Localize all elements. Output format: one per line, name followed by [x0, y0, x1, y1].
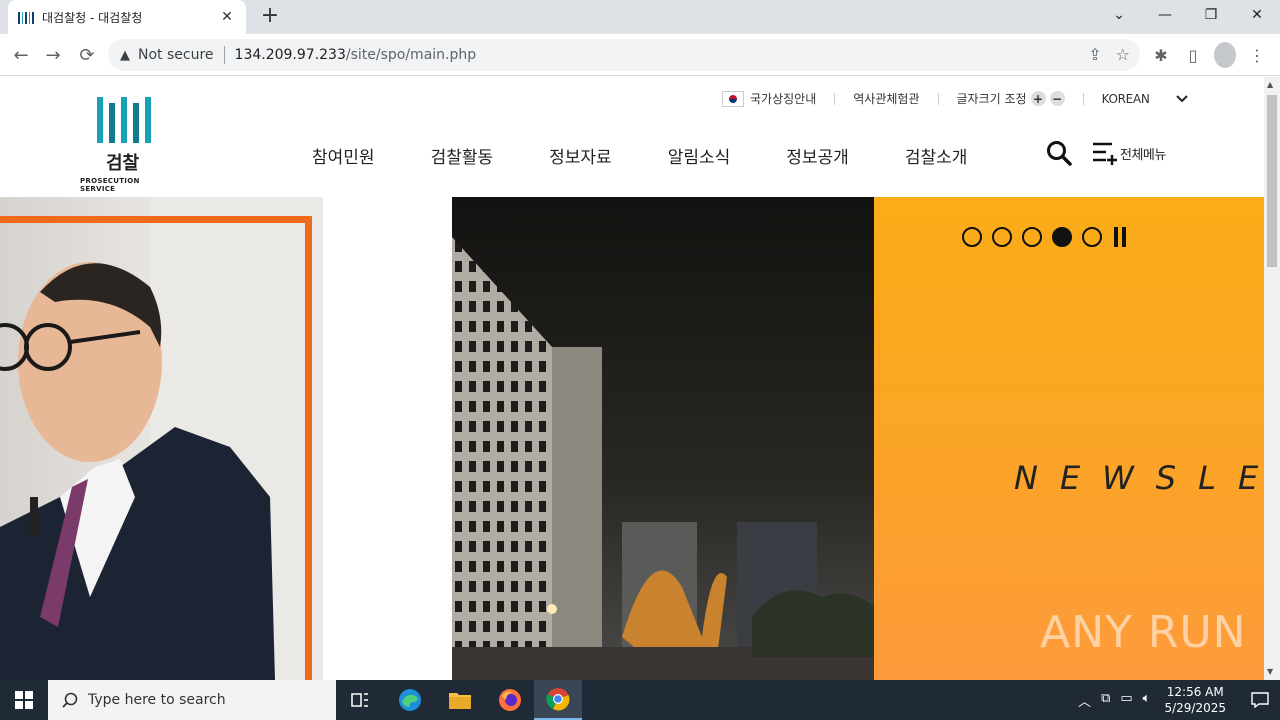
main-visual-carousel: NEWSLE ANY RUN [0, 197, 1264, 680]
forward-button[interactable]: → [40, 42, 66, 68]
pause-icon[interactable] [1114, 227, 1128, 247]
nav-item-info-materials[interactable]: 정보자료 [549, 143, 612, 168]
search-icon [62, 692, 78, 708]
extensions-icon[interactable]: ✱ [1150, 42, 1172, 68]
windows-taskbar: Type here to search ︿ ⧉ ▭ 🔈︎ 12:56 AM 5/… [0, 680, 1280, 720]
national-symbol-link[interactable]: 국가상징안내 [750, 90, 816, 107]
search-icon[interactable] [1046, 140, 1072, 166]
windows-logo-icon [15, 691, 33, 709]
address-divider [223, 46, 225, 64]
page-scrollbar[interactable]: ▲ ▼ [1264, 77, 1280, 680]
url-host: 134.209.97.233 [234, 47, 346, 63]
notification-icon[interactable] [1240, 680, 1280, 720]
profile-avatar[interactable] [1214, 42, 1236, 68]
security-status: Not secure [138, 47, 214, 63]
show-hidden-icons-chevron-icon[interactable]: ︿ [1078, 691, 1091, 710]
scroll-down-icon[interactable]: ▼ [1267, 667, 1273, 676]
newsletter-slide[interactable]: NEWSLE ANY RUN [874, 197, 1264, 680]
anyrun-watermark: ANY RUN [1040, 607, 1247, 658]
network-icon[interactable]: ▭ [1120, 691, 1132, 710]
carousel-dot[interactable] [962, 227, 982, 247]
chevron-down-icon[interactable] [1175, 92, 1188, 106]
all-menu-label: 전체메뉴 [1120, 147, 1166, 163]
hamburger-plus-icon [1093, 142, 1117, 165]
address-bar[interactable]: ▲ Not secure 134.209.97.233/site/spo/mai… [108, 39, 1140, 71]
nav-item-news[interactable]: 알림소식 [668, 143, 731, 168]
scroll-thumb[interactable] [1267, 95, 1277, 267]
korea-flag-icon [722, 90, 744, 107]
browser-tab-bar: 대검찰청 - 대검찰청 ✕ + ⌄ — ❐ ✕ [0, 0, 1280, 34]
tab-title: 대검찰청 - 대검찰청 [42, 10, 143, 25]
nav-item-about[interactable]: 검찰소개 [905, 143, 968, 168]
nav-item-info-disclosure[interactable]: 정보공개 [786, 143, 849, 168]
edge-icon[interactable] [386, 680, 434, 720]
browser-menu-icon[interactable]: ⋮ [1246, 42, 1268, 68]
carousel-dot[interactable] [1022, 227, 1042, 247]
close-window-button[interactable]: ✕ [1234, 0, 1280, 30]
language-select[interactable]: KOREAN [1102, 92, 1150, 106]
system-tray: ︿ ⧉ ▭ 🔈︎ 12:56 AM 5/29/2025 [1078, 680, 1280, 720]
taskbar-clock[interactable]: 12:56 AM 5/29/2025 [1164, 684, 1226, 716]
main-navigation: 참여민원 검찰활동 정보자료 알림소식 정보공개 검찰소개 [312, 143, 967, 168]
volume-icon[interactable]: 🔈︎ [1143, 691, 1151, 710]
new-tab-button[interactable]: + [258, 4, 282, 28]
nav-item-civil-complaints[interactable]: 참여민원 [312, 143, 375, 168]
logo-text-en: PROSECUTION SERVICE [80, 177, 140, 193]
carousel-dot[interactable] [992, 227, 1012, 247]
all-menu-button[interactable]: 전체메뉴 [1092, 141, 1166, 165]
share-icon[interactable]: ⇪ [1088, 45, 1101, 64]
logo-bars-icon [97, 97, 175, 143]
font-decrease-button[interactable]: − [1049, 91, 1065, 106]
back-button[interactable]: ← [8, 42, 34, 68]
reload-button[interactable]: ⟳ [74, 42, 100, 68]
taskbar-search-placeholder: Type here to search [88, 692, 226, 708]
carousel-dot[interactable] [1082, 227, 1102, 247]
browser-toolbar: ← → ⟳ ▲ Not secure 134.209.97.233/site/s… [0, 34, 1280, 76]
restore-button[interactable]: ❐ [1188, 0, 1234, 30]
tab-search-chevron-icon[interactable]: ⌄ [1096, 0, 1142, 30]
orange-frame [0, 216, 312, 680]
prosecutor-photo [0, 197, 323, 680]
font-size-label: 글자크기 조정 [956, 92, 1027, 106]
side-panel-icon[interactable]: ▯ [1182, 42, 1204, 68]
minimize-button[interactable]: — [1142, 0, 1188, 30]
scroll-up-icon[interactable]: ▲ [1267, 80, 1273, 89]
site-favicon-icon [18, 10, 34, 24]
start-button[interactable] [0, 680, 48, 720]
history-museum-link[interactable]: 역사관체험관 [853, 90, 919, 107]
firefox-icon[interactable] [486, 680, 534, 720]
chrome-icon[interactable] [534, 680, 582, 720]
utility-bar: 국가상징안내 역사관체험관 글자크기 조정 + − KOREAN [722, 90, 1188, 107]
device-icon[interactable]: ⧉ [1101, 691, 1110, 710]
bookmark-star-icon[interactable]: ☆ [1116, 45, 1130, 64]
warning-icon: ▲ [120, 47, 130, 63]
web-page: 검찰 PROSECUTION SERVICE 국가상징안내 역사관체험관 글자크… [0, 77, 1264, 680]
file-explorer-icon[interactable] [436, 680, 484, 720]
prosecution-logo[interactable]: 검찰 PROSECUTION SERVICE [80, 97, 175, 193]
nav-item-prosecution-activities[interactable]: 검찰활동 [431, 143, 494, 168]
clock-time: 12:56 AM [1166, 685, 1224, 699]
url-path: /site/spo/main.php [345, 47, 477, 63]
taskbar-search[interactable]: Type here to search [48, 680, 336, 720]
banner-text: NEWSLE [1014, 459, 1264, 497]
clock-date: 5/29/2025 [1164, 701, 1226, 715]
font-increase-button[interactable]: + [1030, 91, 1046, 106]
task-view-icon[interactable] [336, 680, 384, 720]
browser-tab[interactable]: 대검찰청 - 대검찰청 ✕ [8, 0, 246, 34]
building-photo [452, 197, 874, 680]
carousel-dot-active[interactable] [1052, 227, 1072, 247]
tab-close-icon[interactable]: ✕ [218, 9, 236, 25]
logo-text-ko: 검찰 [105, 153, 140, 174]
carousel-indicators [962, 227, 1128, 247]
